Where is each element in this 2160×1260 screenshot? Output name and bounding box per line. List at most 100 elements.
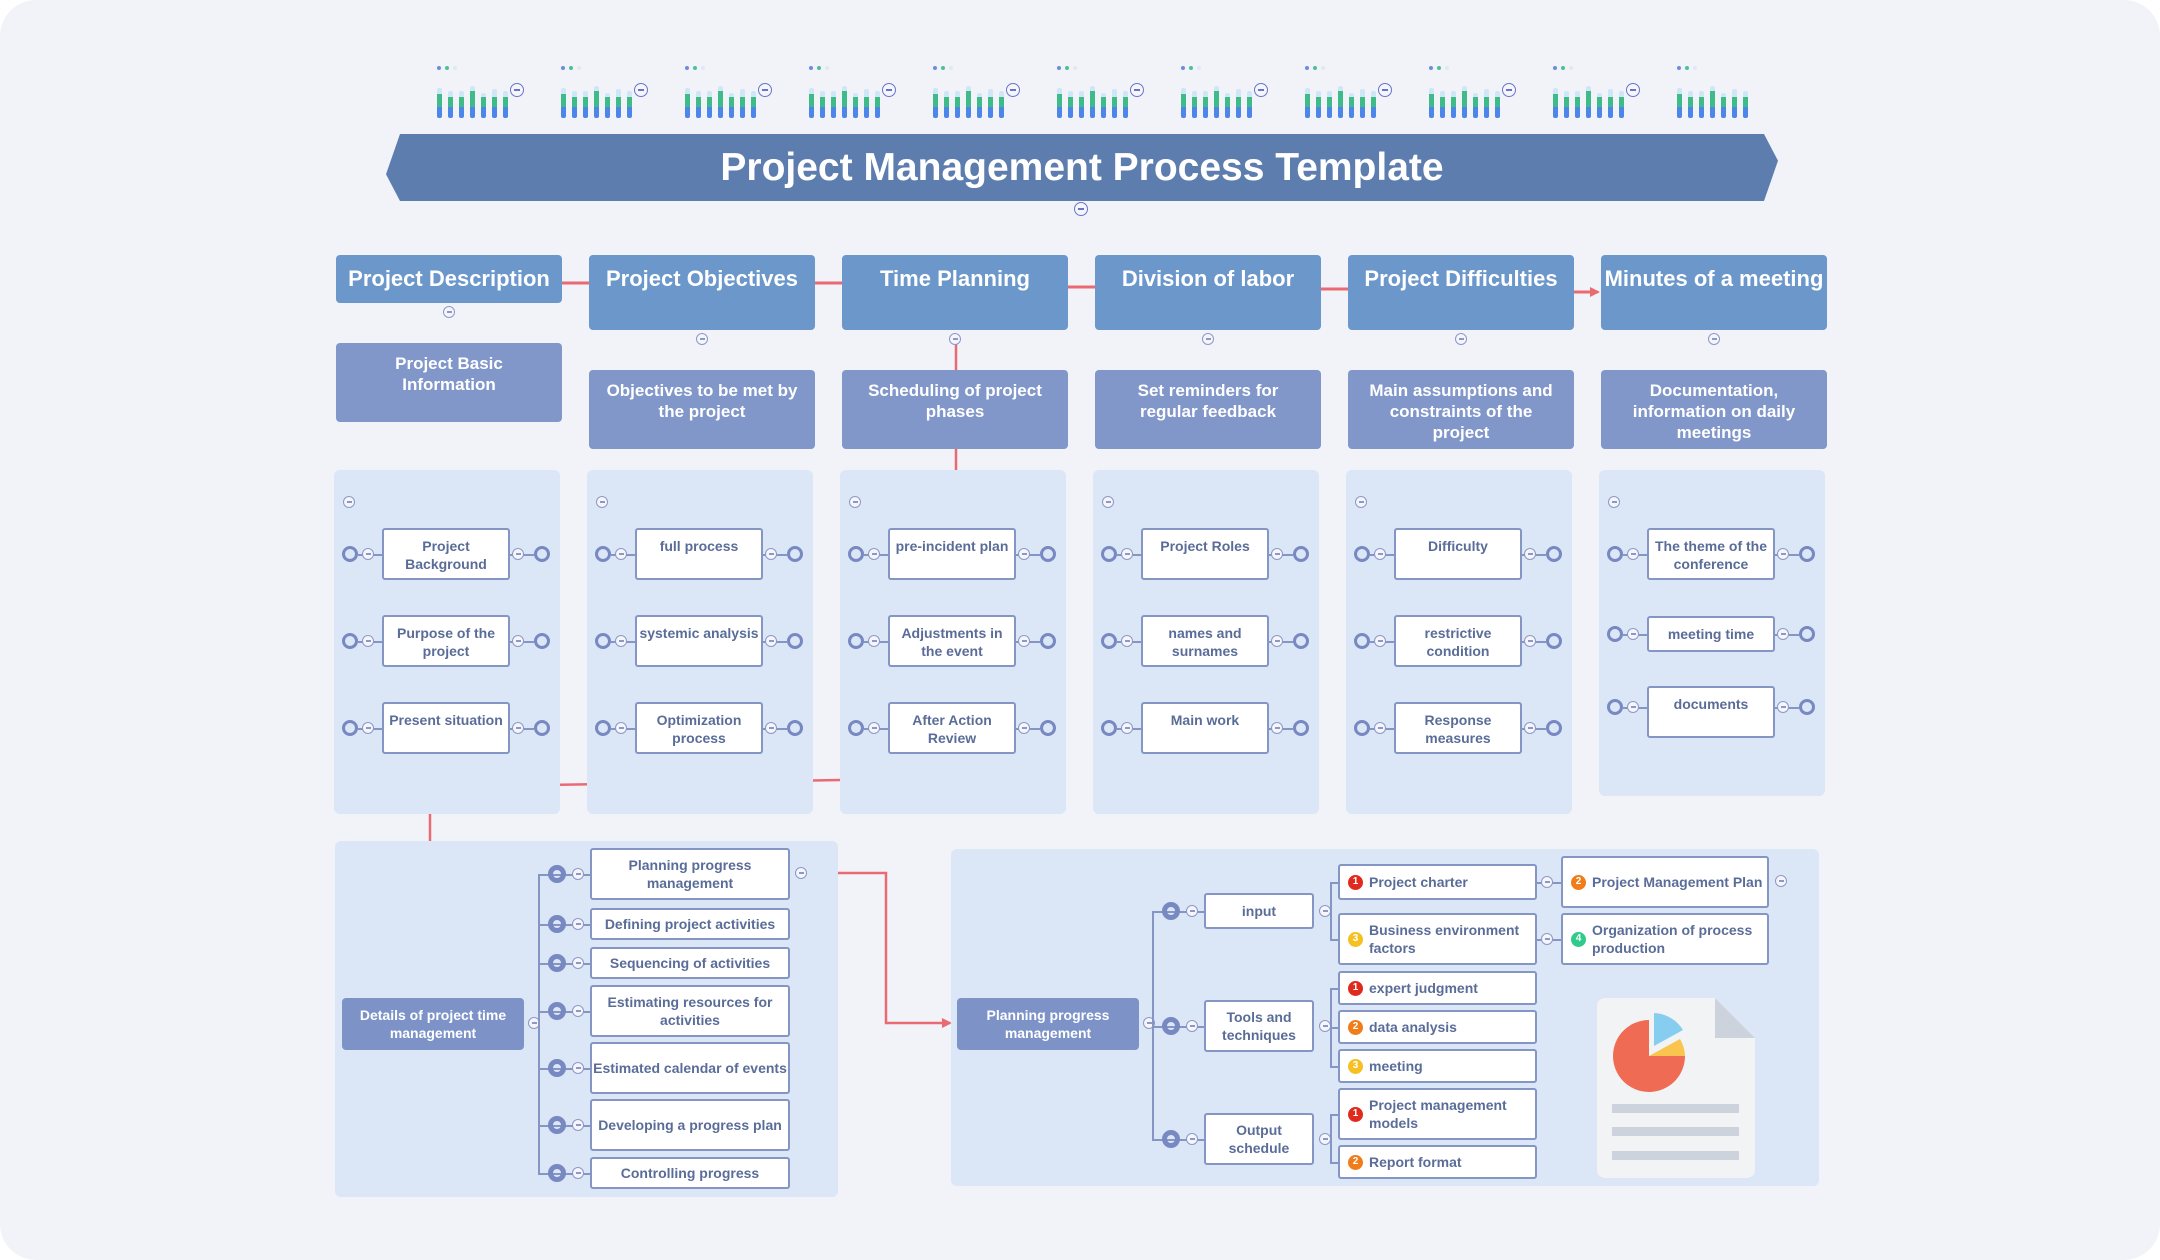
connection-handle[interactable] bbox=[787, 546, 803, 562]
collapse-icon[interactable] bbox=[1541, 876, 1553, 888]
collapse-icon[interactable] bbox=[615, 635, 627, 647]
column-node[interactable]: names and surnames bbox=[1141, 615, 1269, 667]
column-node[interactable]: Present situation bbox=[382, 702, 510, 754]
collapse-icon[interactable] bbox=[1121, 635, 1133, 647]
planning-item[interactable]: 3 Business environment factors bbox=[1338, 913, 1537, 965]
collapse-icon[interactable] bbox=[615, 548, 627, 560]
column-node[interactable]: Difficulty bbox=[1394, 528, 1522, 580]
connection-handle[interactable] bbox=[1162, 1130, 1180, 1148]
column-node[interactable]: The theme of the conference bbox=[1647, 528, 1775, 580]
collapse-icon[interactable] bbox=[1524, 722, 1536, 734]
connection-handle[interactable] bbox=[787, 633, 803, 649]
collapse-icon[interactable] bbox=[758, 83, 772, 97]
connection-handle[interactable] bbox=[1799, 699, 1815, 715]
connection-handle[interactable] bbox=[534, 633, 550, 649]
connection-handle[interactable] bbox=[595, 546, 611, 562]
connection-handle[interactable] bbox=[548, 1164, 566, 1182]
collapse-icon[interactable] bbox=[596, 496, 608, 508]
connection-handle[interactable] bbox=[1799, 626, 1815, 642]
connection-handle[interactable] bbox=[1293, 546, 1309, 562]
time-management-root[interactable]: Details of project time management bbox=[342, 998, 524, 1050]
connection-handle[interactable] bbox=[595, 720, 611, 736]
connection-handle[interactable] bbox=[1607, 699, 1623, 715]
connection-handle[interactable] bbox=[787, 720, 803, 736]
column-header[interactable]: Division of labor bbox=[1095, 255, 1321, 330]
collapse-icon[interactable] bbox=[868, 635, 880, 647]
connection-handle[interactable] bbox=[1162, 902, 1180, 920]
column-node[interactable]: pre-incident plan bbox=[888, 528, 1016, 580]
column-subheader[interactable]: Documentation, information on daily meet… bbox=[1601, 370, 1827, 449]
collapse-icon[interactable] bbox=[765, 548, 777, 560]
collapse-icon[interactable] bbox=[1018, 548, 1030, 560]
connection-handle[interactable] bbox=[342, 720, 358, 736]
column-node[interactable]: systemic analysis bbox=[635, 615, 763, 667]
column-node[interactable]: meeting time bbox=[1647, 616, 1775, 652]
column-node[interactable]: Adjustments in the event bbox=[888, 615, 1016, 667]
connection-handle[interactable] bbox=[548, 915, 566, 933]
collapse-icon[interactable] bbox=[343, 496, 355, 508]
collapse-icon[interactable] bbox=[615, 722, 627, 734]
column-subheader[interactable]: Scheduling of project phases bbox=[842, 370, 1068, 449]
connection-handle[interactable] bbox=[548, 865, 566, 883]
time-management-item[interactable]: Developing a progress plan bbox=[590, 1099, 790, 1151]
connection-handle[interactable] bbox=[1354, 546, 1370, 562]
column-node[interactable]: restrictive condition bbox=[1394, 615, 1522, 667]
connection-handle[interactable] bbox=[1546, 546, 1562, 562]
collapse-icon[interactable] bbox=[1374, 722, 1386, 734]
collapse-icon[interactable] bbox=[795, 867, 807, 879]
connection-handle[interactable] bbox=[1101, 546, 1117, 562]
collapse-icon[interactable] bbox=[696, 333, 708, 345]
collapse-icon[interactable] bbox=[572, 1119, 584, 1131]
collapse-icon[interactable] bbox=[572, 1167, 584, 1179]
connection-handle[interactable] bbox=[1293, 720, 1309, 736]
connection-handle[interactable] bbox=[534, 720, 550, 736]
time-management-item[interactable]: Estimating resources for activities bbox=[590, 985, 790, 1037]
planning-group[interactable]: Output schedule bbox=[1204, 1113, 1314, 1165]
connection-handle[interactable] bbox=[1293, 633, 1309, 649]
planning-item[interactable]: 2 Report format bbox=[1338, 1145, 1537, 1179]
column-node[interactable]: Optimization process bbox=[635, 702, 763, 754]
connection-handle[interactable] bbox=[1546, 633, 1562, 649]
time-management-item[interactable]: Sequencing of activities bbox=[590, 947, 790, 979]
connection-handle[interactable] bbox=[548, 1116, 566, 1134]
connection-handle[interactable] bbox=[1101, 633, 1117, 649]
collapse-icon[interactable] bbox=[868, 722, 880, 734]
collapse-icon[interactable] bbox=[1502, 83, 1516, 97]
collapse-icon[interactable] bbox=[1121, 722, 1133, 734]
connection-handle[interactable] bbox=[1799, 546, 1815, 562]
collapse-icon[interactable] bbox=[362, 722, 374, 734]
planning-group[interactable]: Tools and techniques bbox=[1204, 1000, 1314, 1052]
collapse-icon[interactable] bbox=[949, 333, 961, 345]
collapse-icon[interactable] bbox=[1608, 496, 1620, 508]
collapse-icon[interactable] bbox=[1455, 333, 1467, 345]
connection-handle[interactable] bbox=[1101, 720, 1117, 736]
collapse-icon[interactable] bbox=[882, 83, 896, 97]
column-header[interactable]: Minutes of a meeting bbox=[1601, 255, 1827, 330]
collapse-icon[interactable] bbox=[512, 548, 524, 560]
planning-item[interactable]: 1 Project charter bbox=[1338, 864, 1537, 900]
connection-handle[interactable] bbox=[848, 633, 864, 649]
collapse-icon[interactable] bbox=[1018, 635, 1030, 647]
title-banner[interactable]: Project Management Process Template bbox=[386, 134, 1778, 201]
collapse-icon[interactable] bbox=[1378, 83, 1392, 97]
collapse-icon[interactable] bbox=[1374, 635, 1386, 647]
collapse-icon[interactable] bbox=[1524, 635, 1536, 647]
time-management-item[interactable]: Defining project activities bbox=[590, 908, 790, 940]
column-subheader[interactable]: Main assumptions and constraints of the … bbox=[1348, 370, 1574, 449]
planning-root[interactable]: Planning progress management bbox=[957, 998, 1139, 1050]
collapse-icon[interactable] bbox=[1627, 548, 1639, 560]
collapse-icon[interactable] bbox=[572, 957, 584, 969]
column-node[interactable]: documents bbox=[1647, 686, 1775, 738]
collapse-icon[interactable] bbox=[868, 548, 880, 560]
collapse-icon[interactable] bbox=[1777, 628, 1789, 640]
connection-handle[interactable] bbox=[1040, 720, 1056, 736]
planning-item[interactable]: 1 expert judgment bbox=[1338, 971, 1537, 1005]
collapse-icon[interactable] bbox=[1271, 635, 1283, 647]
collapse-icon[interactable] bbox=[510, 83, 524, 97]
connection-handle[interactable] bbox=[548, 1059, 566, 1077]
collapse-icon[interactable] bbox=[572, 868, 584, 880]
connection-handle[interactable] bbox=[1607, 626, 1623, 642]
collapse-icon[interactable] bbox=[572, 1005, 584, 1017]
collapse-icon[interactable] bbox=[1626, 83, 1640, 97]
column-node[interactable]: Project Background bbox=[382, 528, 510, 580]
